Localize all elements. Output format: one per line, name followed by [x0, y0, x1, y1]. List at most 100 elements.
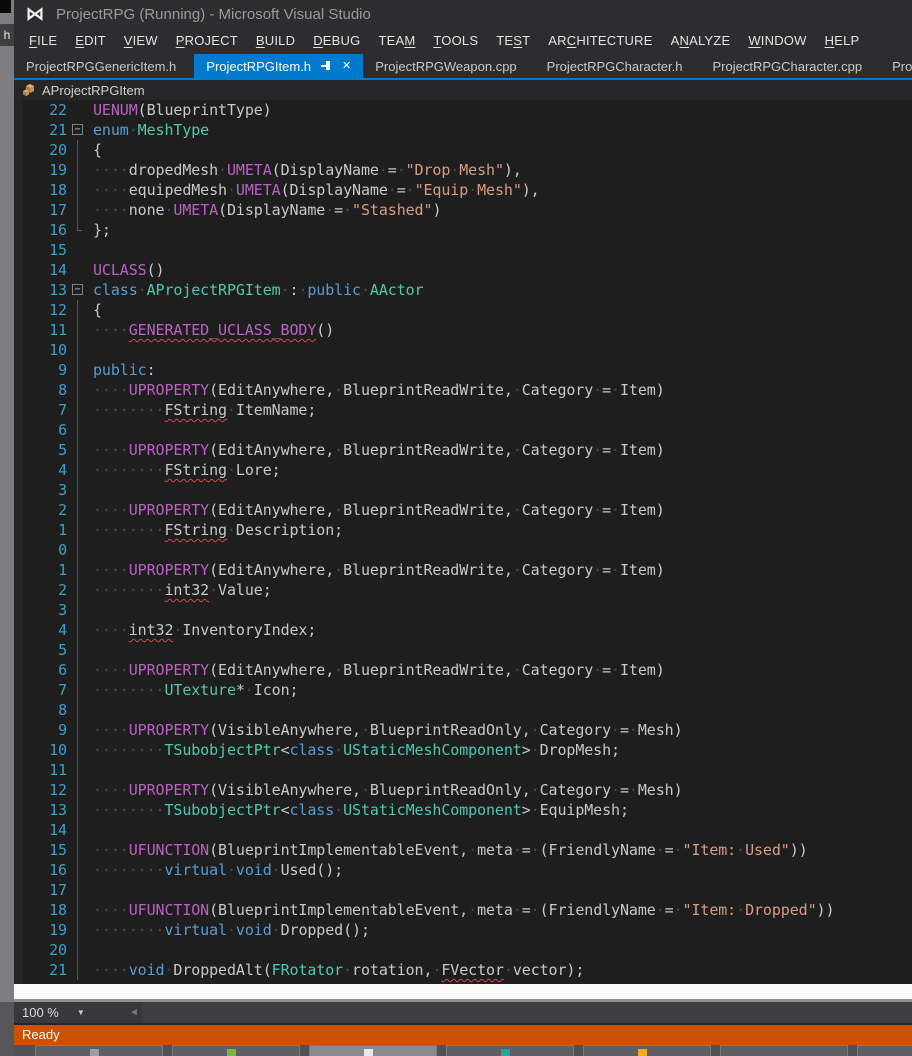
- code-line[interactable]: 12····UPROPERTY(VisibleAnywhere,·Bluepri…: [14, 780, 912, 800]
- fold-margin: [67, 260, 89, 280]
- code-line[interactable]: 14: [14, 820, 912, 840]
- code-line[interactable]: 2····UPROPERTY(EditAnywhere,·BlueprintRe…: [14, 500, 912, 520]
- tab-projectrpggenericitem.h[interactable]: ProjectRPGGenericItem.h: [14, 54, 188, 78]
- tab-label: ProjectRPGCharacter.cpp: [713, 59, 863, 74]
- code-line[interactable]: 19········virtual·void·Dropped();: [14, 920, 912, 940]
- outline-guide: [67, 700, 89, 720]
- windows-taskbar: [14, 1045, 912, 1056]
- menu-project[interactable]: PROJECT: [167, 28, 247, 54]
- code-line[interactable]: 5: [14, 640, 912, 660]
- code-line[interactable]: 21····void·DroppedAlt(FRotator·rotation,…: [14, 960, 912, 980]
- code-line[interactable]: 2········int32·Value;: [14, 580, 912, 600]
- menu-team[interactable]: TEAM: [369, 28, 424, 54]
- taskbar-button[interactable]: [35, 1045, 163, 1056]
- taskbar-button[interactable]: [172, 1045, 300, 1056]
- chevron-down-icon[interactable]: ▼: [77, 1008, 85, 1017]
- code-line[interactable]: 1········FString·Description;: [14, 520, 912, 540]
- code-line[interactable]: 4····int32·InventoryIndex;: [14, 620, 912, 640]
- menu-architecture[interactable]: ARCHITECTURE: [539, 28, 661, 54]
- code-line[interactable]: 3: [14, 480, 912, 500]
- tab-projectrpgitem.h[interactable]: ProjectRPGItem.h: [194, 54, 363, 78]
- code-line[interactable]: 8: [14, 700, 912, 720]
- menu-view[interactable]: VIEW: [115, 28, 167, 54]
- tab-projectrpgweapon.cpp[interactable]: ProjectRPGWeapon.cpp: [363, 54, 528, 78]
- code-line[interactable]: 19····dropedMesh·UMETA(DisplayName·=·"Dr…: [14, 160, 912, 180]
- background-window-corner: [0, 0, 11, 13]
- code-line[interactable]: 17····none·UMETA(DisplayName·=·"Stashed"…: [14, 200, 912, 220]
- code-line[interactable]: 0: [14, 540, 912, 560]
- code-text: ········FString·ItemName;: [89, 400, 316, 420]
- code-line[interactable]: 9····UPROPERTY(VisibleAnywhere,·Blueprin…: [14, 720, 912, 740]
- taskbar-button[interactable]: [309, 1045, 437, 1056]
- navigation-scope-label[interactable]: AProjectRPGItem: [42, 83, 145, 98]
- taskbar-button[interactable]: [857, 1045, 912, 1056]
- line-number: 14: [14, 820, 67, 840]
- code-line[interactable]: 6: [14, 420, 912, 440]
- code-line[interactable]: 7········FString·ItemName;: [14, 400, 912, 420]
- navigation-bar[interactable]: AProjectRPGItem: [14, 80, 912, 100]
- editor-bottom-bar: 100 % ▼ ◄: [14, 1002, 912, 1023]
- code-line[interactable]: 4········FString·Lore;: [14, 460, 912, 480]
- menu-build[interactable]: BUILD: [247, 28, 304, 54]
- code-line[interactable]: 5····UPROPERTY(EditAnywhere,·BlueprintRe…: [14, 440, 912, 460]
- code-line[interactable]: 9public:: [14, 360, 912, 380]
- code-line[interactable]: 11····GENERATED_UCLASS_BODY(): [14, 320, 912, 340]
- menu-test[interactable]: TEST: [487, 28, 539, 54]
- code-line[interactable]: 17: [14, 880, 912, 900]
- outline-guide: [67, 520, 89, 540]
- taskbar-button[interactable]: [446, 1045, 574, 1056]
- code-line[interactable]: 20: [14, 940, 912, 960]
- code-line[interactable]: 15····UFUNCTION(BlueprintImplementableEv…: [14, 840, 912, 860]
- taskbar-button[interactable]: [583, 1045, 711, 1056]
- code-text: ········TSubobjectPtr<class·UStaticMeshC…: [89, 740, 620, 760]
- code-line[interactable]: 10: [14, 340, 912, 360]
- code-line[interactable]: 22UENUM(BlueprintType): [14, 100, 912, 120]
- code-text: ····UPROPERTY(EditAnywhere,·BlueprintRea…: [89, 560, 665, 580]
- code-text: ····UPROPERTY(EditAnywhere,·BlueprintRea…: [89, 380, 665, 400]
- close-icon[interactable]: [342, 60, 351, 72]
- tab-projectrpg[interactable]: ProjectRPG: [880, 54, 912, 78]
- code-line[interactable]: 10········TSubobjectPtr<class·UStaticMes…: [14, 740, 912, 760]
- background-window-tab-fragment: h: [0, 24, 14, 46]
- zoom-control[interactable]: 100 % ▼: [14, 1005, 126, 1020]
- menu-analyze[interactable]: ANALYZE: [662, 28, 740, 54]
- horizontal-scrollbar[interactable]: [142, 1002, 912, 1023]
- code-line[interactable]: 1····UPROPERTY(EditAnywhere,·BlueprintRe…: [14, 560, 912, 580]
- code-line[interactable]: 12{: [14, 300, 912, 320]
- tab-projectrpgcharacter.h[interactable]: ProjectRPGCharacter.h: [535, 54, 695, 78]
- taskbar-button[interactable]: [720, 1045, 848, 1056]
- menu-edit[interactable]: EDIT: [66, 28, 114, 54]
- code-editor[interactable]: 22UENUM(BlueprintType)21enum·MeshType20{…: [14, 100, 912, 984]
- scroll-left-arrow-icon[interactable]: ◄: [126, 1007, 142, 1018]
- menu-file[interactable]: FILE: [20, 28, 66, 54]
- tab-label: ProjectRPGCharacter.h: [547, 59, 683, 74]
- code-line[interactable]: 16········virtual·void·Used();: [14, 860, 912, 880]
- code-line[interactable]: 18····UFUNCTION(BlueprintImplementableEv…: [14, 900, 912, 920]
- code-line[interactable]: 11: [14, 760, 912, 780]
- outline-guide: [67, 920, 89, 940]
- pin-icon[interactable]: [320, 60, 333, 72]
- code-line[interactable]: 20{: [14, 140, 912, 160]
- code-line[interactable]: 21enum·MeshType: [14, 120, 912, 140]
- code-line[interactable]: 13········TSubobjectPtr<class·UStaticMes…: [14, 800, 912, 820]
- code-line[interactable]: 16};: [14, 220, 912, 240]
- fold-collapse-icon[interactable]: [67, 280, 89, 300]
- menu-tools[interactable]: TOOLS: [424, 28, 487, 54]
- code-line[interactable]: 13class·AProjectRPGItem·:·public·AActor: [14, 280, 912, 300]
- code-line[interactable]: 18····equipedMesh·UMETA(DisplayName·=·"E…: [14, 180, 912, 200]
- code-line[interactable]: 7········UTexture*·Icon;: [14, 680, 912, 700]
- code-line[interactable]: 15: [14, 240, 912, 260]
- line-number: 19: [14, 920, 67, 940]
- line-number: 12: [14, 780, 67, 800]
- code-line[interactable]: 8····UPROPERTY(EditAnywhere,·BlueprintRe…: [14, 380, 912, 400]
- menu-window[interactable]: WINDOW: [739, 28, 815, 54]
- code-line[interactable]: 6····UPROPERTY(EditAnywhere,·BlueprintRe…: [14, 660, 912, 680]
- fold-collapse-icon[interactable]: [67, 120, 89, 140]
- code-text: ····UPROPERTY(VisibleAnywhere,·Blueprint…: [89, 720, 683, 740]
- menu-help[interactable]: HELP: [816, 28, 869, 54]
- tab-projectrpgcharacter.cpp[interactable]: ProjectRPGCharacter.cpp: [701, 54, 875, 78]
- code-text: UENUM(BlueprintType): [89, 100, 272, 120]
- code-line[interactable]: 3: [14, 600, 912, 620]
- code-line[interactable]: 14UCLASS(): [14, 260, 912, 280]
- menu-debug[interactable]: DEBUG: [304, 28, 369, 54]
